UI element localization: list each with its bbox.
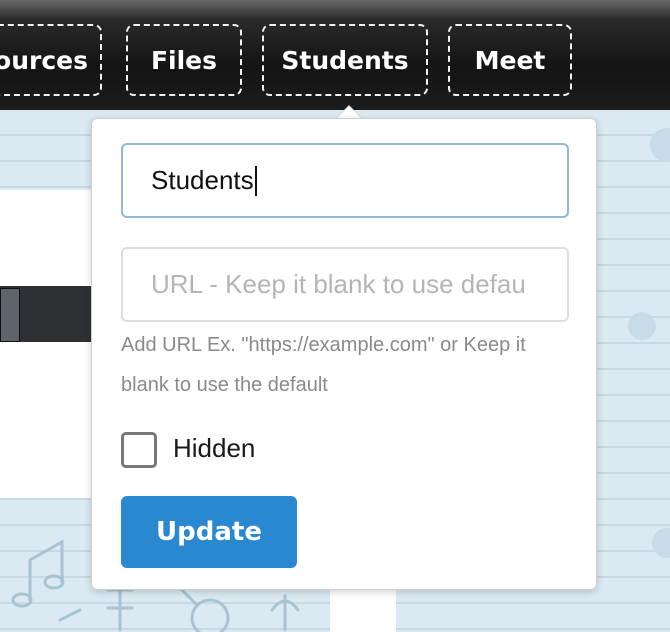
update-button[interactable]: Update — [121, 496, 297, 568]
edit-tab-popover: Students URL - Keep it blank to use defa… — [91, 118, 597, 590]
tab-title-input[interactable]: Students — [121, 143, 569, 218]
media-thumbnail — [0, 288, 20, 342]
url-help-text: Add URL Ex. "https://example.com" or Kee… — [121, 334, 526, 396]
text-caret — [254, 165, 257, 196]
nav-tab-label: ources — [0, 45, 88, 75]
nav-tab-meet[interactable]: Meet — [448, 24, 572, 96]
url-input[interactable]: URL - Keep it blank to use defau — [121, 247, 569, 322]
update-button-label: Update — [156, 517, 262, 547]
decorative-circle — [628, 312, 656, 340]
url-placeholder: URL - Keep it blank to use defau — [151, 269, 526, 299]
hidden-checkbox[interactable] — [121, 432, 157, 468]
top-nav-bar: ources Files Students Meet — [0, 0, 670, 110]
nav-tab-label: Files — [150, 45, 218, 75]
tab-title-value: Students — [151, 165, 254, 195]
nav-tab-students[interactable]: Students — [262, 24, 428, 96]
hidden-checkbox-label[interactable]: Hidden — [173, 433, 255, 464]
nav-tab-resources[interactable]: ources — [0, 24, 102, 96]
nav-tab-label: Meet — [474, 45, 546, 75]
nav-tab-label: Students — [281, 45, 409, 75]
nav-tab-files[interactable]: Files — [126, 24, 242, 96]
